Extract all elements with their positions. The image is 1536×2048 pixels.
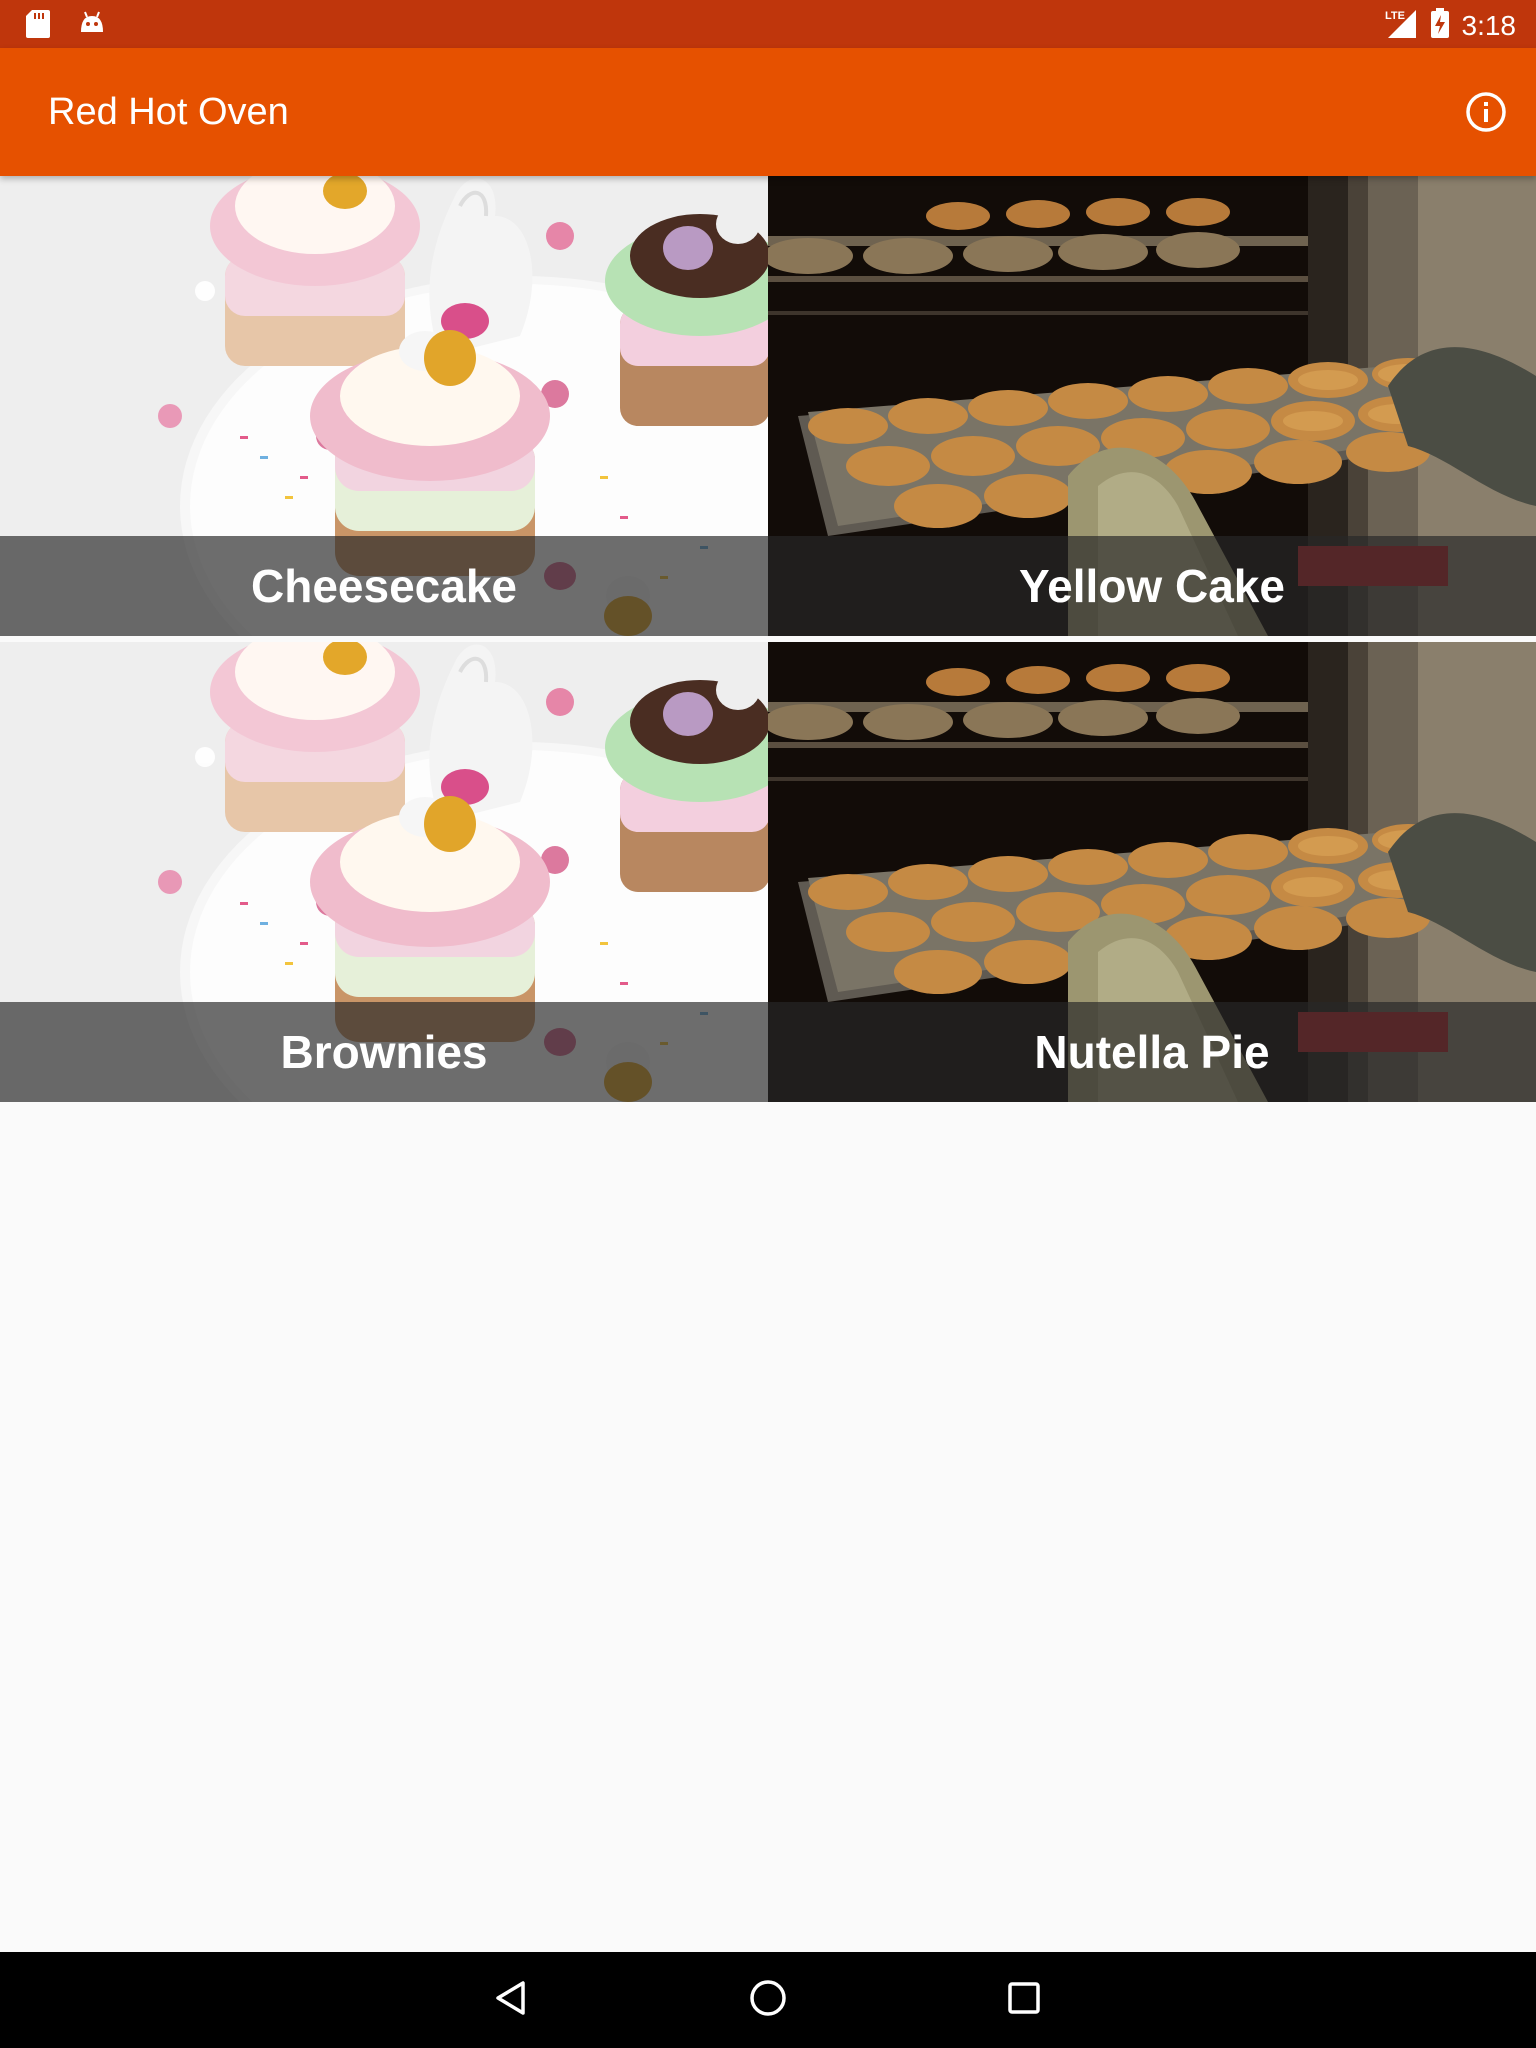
- home-icon: [748, 1978, 788, 2023]
- sd-card-icon: [24, 8, 52, 45]
- status-bar: LTE 3:18: [0, 0, 1536, 48]
- info-button[interactable]: [1460, 88, 1512, 140]
- recipe-name: Brownies: [280, 1026, 488, 1078]
- app-bar: Red Hot Oven: [0, 48, 1536, 176]
- recipe-name: Yellow Cake: [1019, 560, 1285, 612]
- info-icon: [1464, 90, 1508, 139]
- recents-icon: [1004, 1978, 1044, 2023]
- app-title: Red Hot Oven: [48, 91, 289, 133]
- battery-charging-icon: [1430, 7, 1450, 44]
- recipe-tile-brownies[interactable]: Brownies: [0, 642, 768, 1102]
- signal-icon: LTE: [1384, 6, 1418, 45]
- recipe-tile-nutella-pie[interactable]: Nutella Pie: [768, 642, 1536, 1102]
- home-button[interactable]: [738, 1970, 798, 2030]
- recipe-caption: Brownies: [0, 1002, 768, 1102]
- recipe-caption: Nutella Pie: [768, 1002, 1536, 1102]
- recipe-caption: Yellow Cake: [768, 536, 1536, 636]
- recipe-name: Cheesecake: [251, 560, 517, 612]
- recipe-caption: Cheesecake: [0, 536, 768, 636]
- recents-button[interactable]: [994, 1970, 1054, 2030]
- recipe-name: Nutella Pie: [1034, 1026, 1270, 1078]
- recipe-tile-yellow-cake[interactable]: Yellow Cake: [768, 176, 1536, 636]
- recipe-tile-cheesecake[interactable]: Cheesecake: [0, 176, 768, 636]
- navigation-bar: [0, 1952, 1536, 2048]
- network-label: LTE: [1385, 10, 1405, 22]
- status-time: 3:18: [1461, 9, 1517, 41]
- back-icon: [492, 1978, 532, 2023]
- android-icon: [78, 8, 106, 45]
- back-button[interactable]: [482, 1970, 542, 2030]
